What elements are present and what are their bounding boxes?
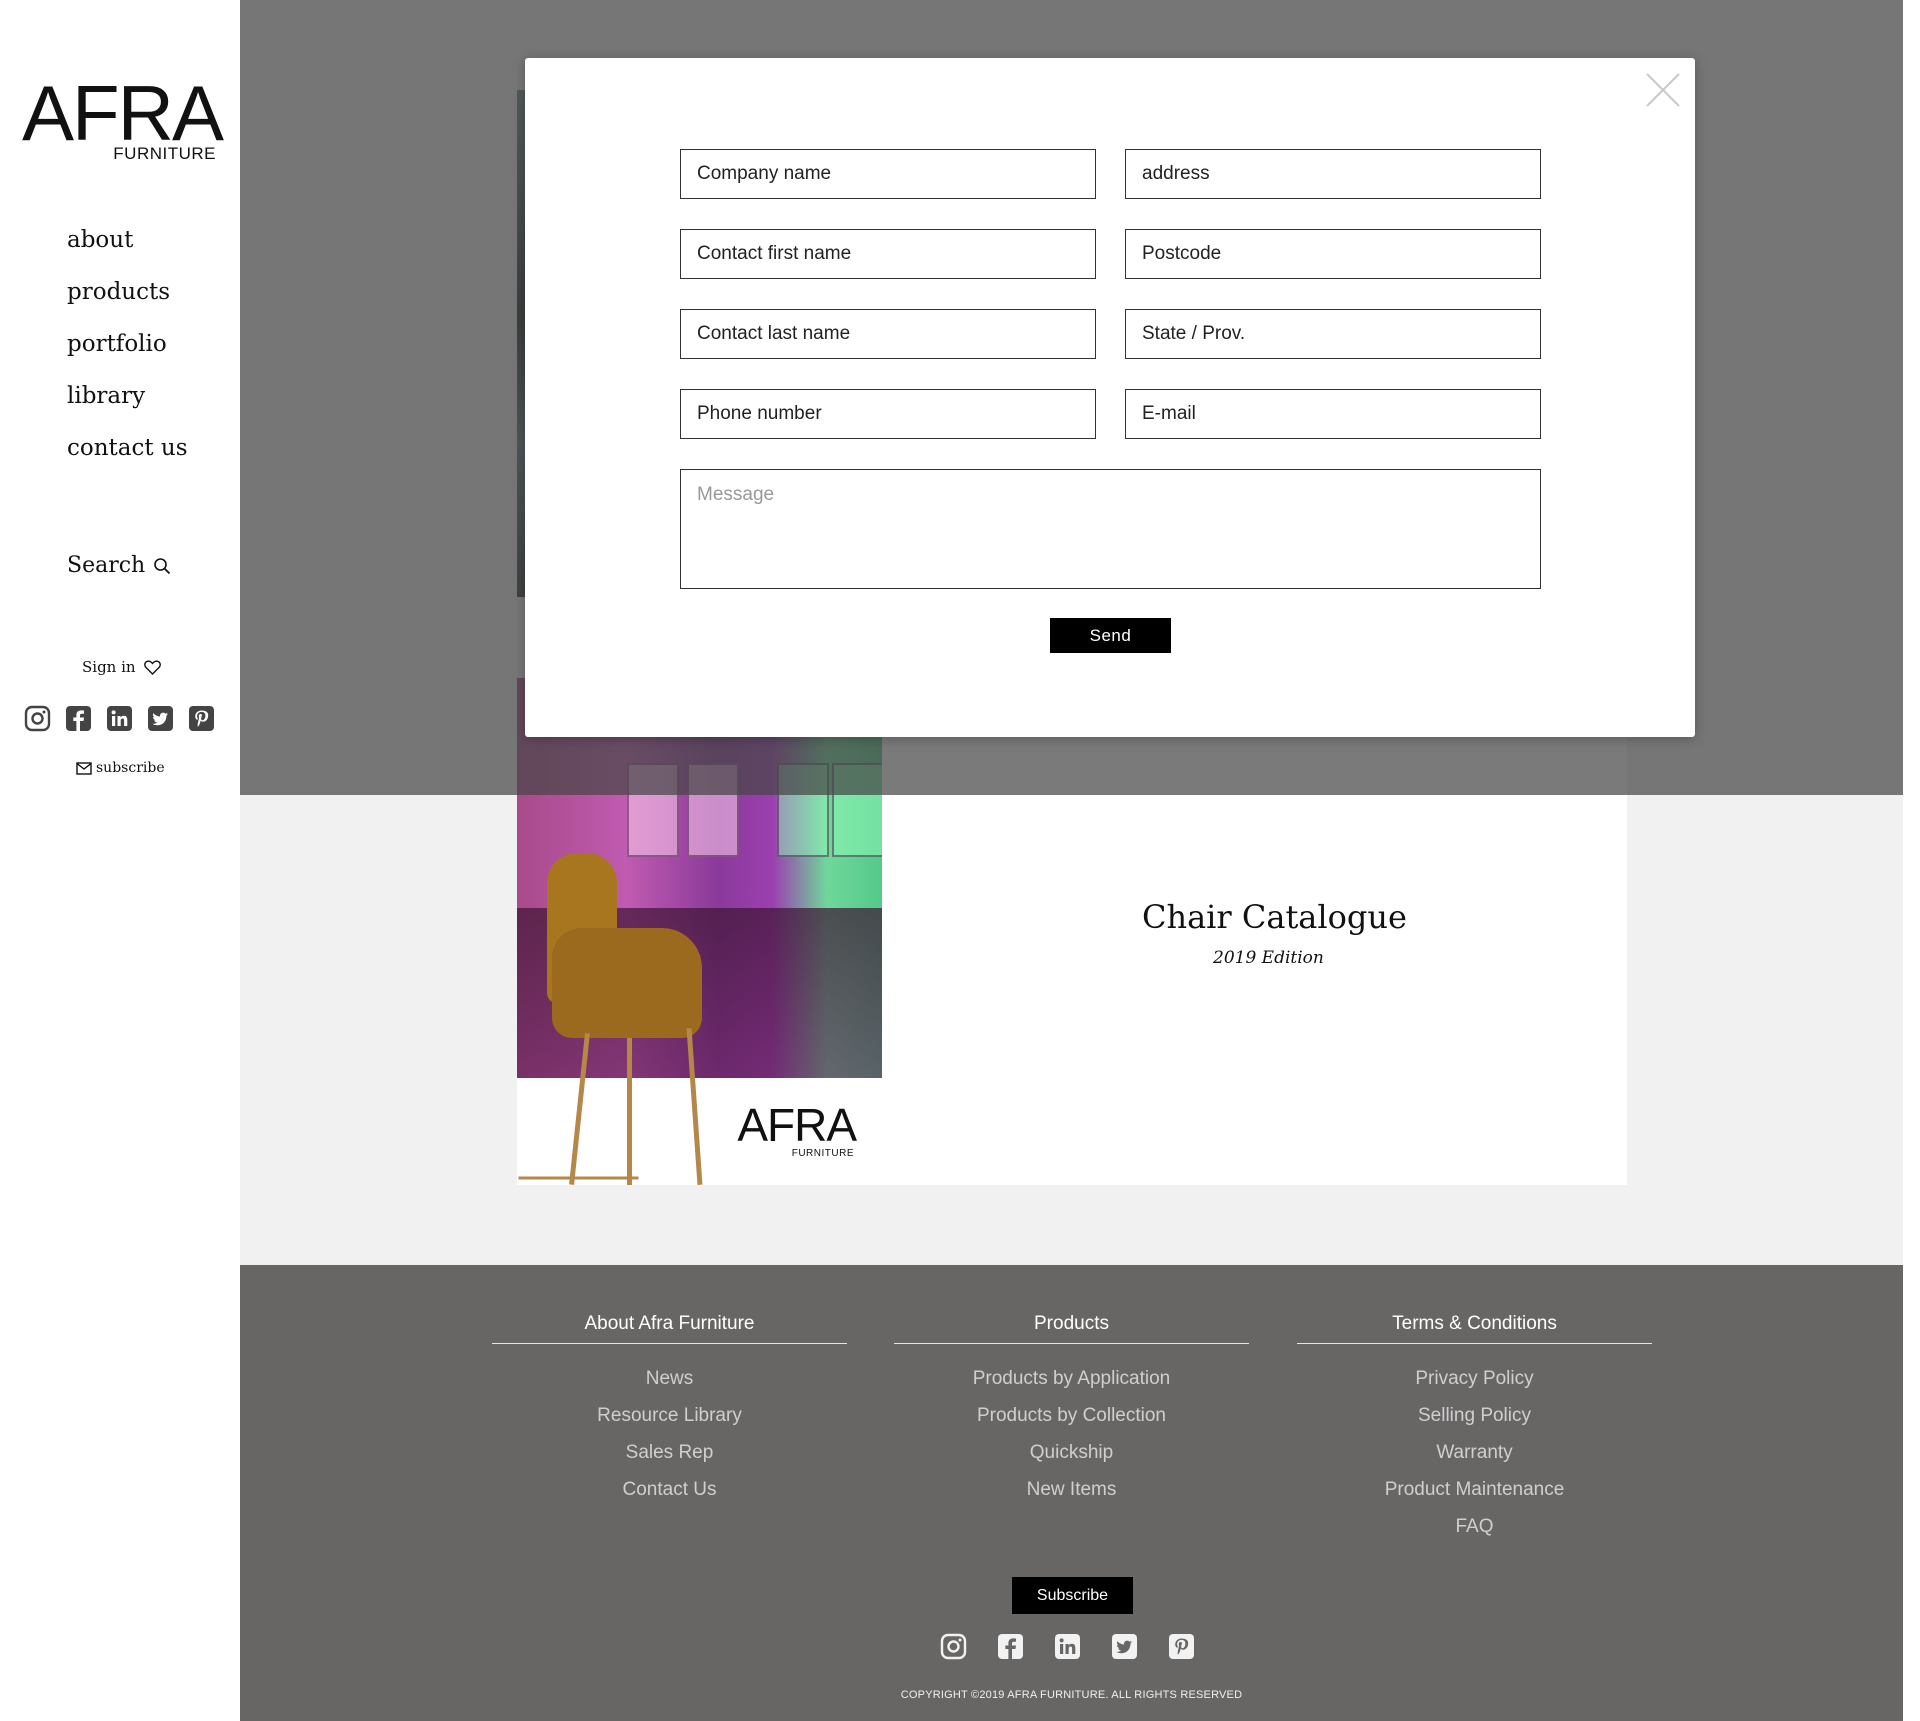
brand-logo[interactable]: AFRA FURNITURE — [22, 74, 224, 166]
footer-link-selling-policy[interactable]: Selling Policy — [1297, 1397, 1652, 1434]
nav-item-portfolio[interactable]: portfolio — [67, 326, 188, 378]
footer-column-terms: Terms & Conditions Privacy Policy Sellin… — [1297, 1305, 1652, 1545]
logo-wordmark: AFRA — [22, 69, 224, 157]
heart-icon — [143, 659, 161, 675]
footer-social-links — [940, 1633, 1195, 1660]
contact-last-name-field[interactable] — [680, 309, 1096, 359]
nav-item-about[interactable]: about — [67, 222, 188, 274]
footer-link-quickship[interactable]: Quickship — [894, 1434, 1249, 1471]
catalog-title: Chair Catalogue — [1142, 898, 1407, 936]
footer-column-about: About Afra Furniture News Resource Libra… — [492, 1305, 847, 1508]
footer-link-faq[interactable]: FAQ — [1297, 1508, 1652, 1545]
main-nav: about products portfolio library contact… — [67, 222, 188, 482]
footer-link-resource-library[interactable]: Resource Library — [492, 1397, 847, 1434]
facebook-icon[interactable] — [65, 705, 92, 732]
nav-item-contact-us[interactable]: contact us — [67, 430, 188, 482]
phone-number-field[interactable] — [680, 389, 1096, 439]
footer-column-products: Products Products by Application Product… — [894, 1305, 1249, 1508]
chair-seat — [552, 928, 702, 1038]
pinterest-icon[interactable] — [1168, 1633, 1195, 1660]
close-icon[interactable] — [1645, 72, 1681, 108]
cover-logo-subtitle: FURNITURE — [791, 1148, 854, 1159]
facebook-icon[interactable] — [997, 1633, 1024, 1660]
linkedin-icon[interactable] — [1054, 1633, 1081, 1660]
cover-logo: AFRA — [737, 1099, 857, 1151]
sidebar: AFRA FURNITURE about products portfolio … — [0, 0, 240, 1721]
footer-link-products-by-collection[interactable]: Products by Collection — [894, 1397, 1249, 1434]
message-field[interactable] — [680, 469, 1541, 589]
email-field[interactable] — [1125, 389, 1541, 439]
footer-link-contact-us[interactable]: Contact Us — [492, 1471, 847, 1508]
linkedin-icon[interactable] — [106, 705, 133, 732]
nav-item-products[interactable]: products — [67, 274, 188, 326]
sign-in-label: Sign in — [82, 658, 136, 676]
postcode-field[interactable] — [1125, 229, 1541, 279]
twitter-icon[interactable] — [147, 705, 174, 732]
pinterest-icon[interactable] — [188, 705, 215, 732]
instagram-icon[interactable] — [24, 705, 51, 732]
footer: About Afra Furniture News Resource Libra… — [240, 1265, 1903, 1721]
footer-heading: Terms & Conditions — [1297, 1305, 1652, 1344]
footer-heading: Products — [894, 1305, 1249, 1344]
company-name-field[interactable] — [680, 149, 1096, 199]
sign-in-link[interactable]: Sign in — [82, 658, 161, 676]
logo-subtitle: FURNITURE — [113, 144, 216, 163]
footer-link-new-items[interactable]: New Items — [894, 1471, 1249, 1508]
chair-leg — [627, 1038, 632, 1185]
footer-link-warranty[interactable]: Warranty — [1297, 1434, 1652, 1471]
footer-link-news[interactable]: News — [492, 1360, 847, 1397]
state-prov-field[interactable] — [1125, 309, 1541, 359]
sidebar-social-links — [24, 705, 215, 732]
search-button[interactable]: Search — [67, 553, 171, 578]
contact-first-name-field[interactable] — [680, 229, 1096, 279]
twitter-icon[interactable] — [1111, 1633, 1138, 1660]
nav-item-library[interactable]: library — [67, 378, 188, 430]
contact-modal: Send — [525, 58, 1695, 737]
footer-subscribe-button[interactable]: Subscribe — [1012, 1577, 1133, 1614]
instagram-icon[interactable] — [940, 1633, 967, 1660]
page-right-edge — [1903, 0, 1920, 1721]
footer-heading: About Afra Furniture — [492, 1305, 847, 1344]
chair-footrest — [518, 1176, 639, 1180]
subscribe-label: subscribe — [96, 760, 165, 776]
sidebar-subscribe-link[interactable]: subscribe — [76, 760, 165, 776]
search-label: Search — [67, 553, 146, 578]
address-field[interactable] — [1125, 149, 1541, 199]
send-button[interactable]: Send — [1050, 618, 1171, 653]
footer-link-product-maintenance[interactable]: Product Maintenance — [1297, 1471, 1652, 1508]
search-icon — [154, 557, 171, 574]
footer-link-products-by-application[interactable]: Products by Application — [894, 1360, 1249, 1397]
catalog-subtitle: 2019 Edition — [1213, 948, 1324, 968]
copyright-text: COPYRIGHT ©2019 AFRA FURNITURE. ALL RIGH… — [900, 1689, 1243, 1701]
footer-link-sales-rep[interactable]: Sales Rep — [492, 1434, 847, 1471]
envelope-icon — [76, 761, 92, 775]
footer-link-privacy-policy[interactable]: Privacy Policy — [1297, 1360, 1652, 1397]
